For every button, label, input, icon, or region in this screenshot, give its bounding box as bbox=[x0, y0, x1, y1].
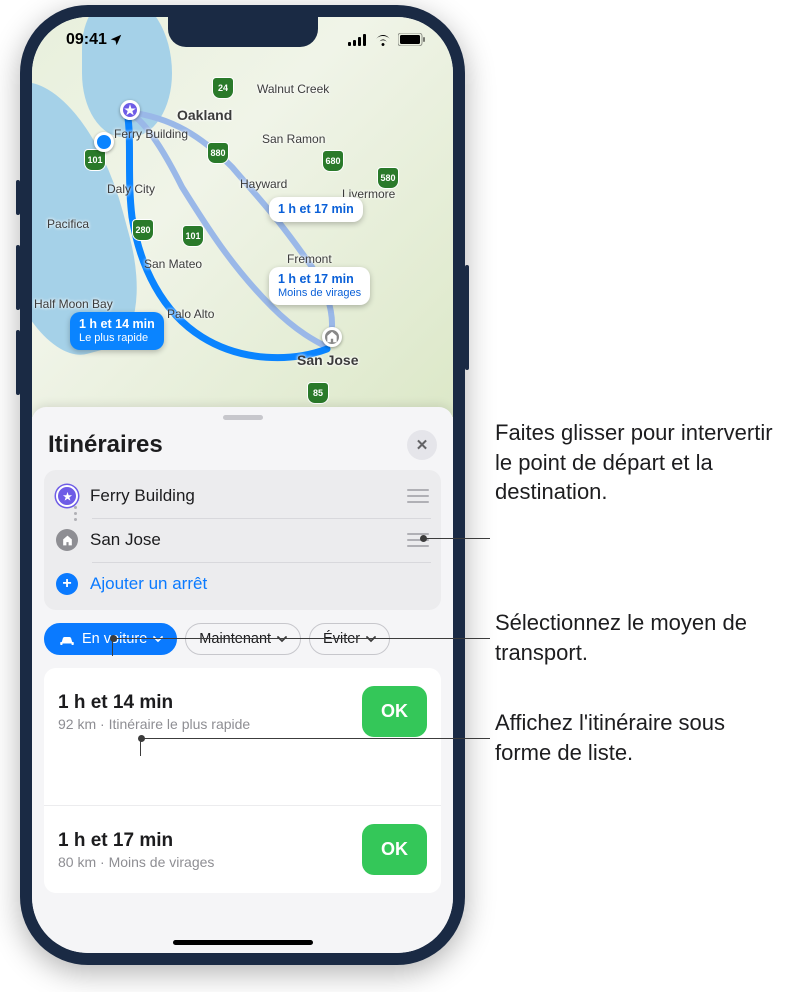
callout-list: Affichez l'itinéraire sous forme de list… bbox=[495, 708, 785, 767]
map-city-label: Half Moon Bay bbox=[34, 297, 113, 311]
favorite-star-icon bbox=[56, 485, 78, 507]
route-time: 1 h et 17 min bbox=[58, 830, 214, 852]
location-arrow-icon bbox=[109, 33, 123, 47]
routes-list: 1 h et 14 min 92 km · Itinéraire le plus… bbox=[44, 668, 441, 893]
route-time: 1 h et 14 min bbox=[58, 692, 250, 714]
callout-line bbox=[112, 638, 490, 639]
chevron-down-icon bbox=[277, 636, 287, 643]
options-row: En voiture Maintenant Éviter bbox=[44, 623, 441, 655]
road-shield-icon: 101 bbox=[84, 149, 106, 171]
route-meta: 80 km · Moins de virages bbox=[58, 854, 214, 870]
home-indicator[interactable] bbox=[173, 940, 313, 945]
sheet-title: Itinéraires bbox=[48, 431, 163, 459]
avoid-label: Éviter bbox=[323, 631, 360, 647]
add-stop-row[interactable]: + Ajouter un arrêt bbox=[54, 562, 431, 606]
start-pin-icon[interactable] bbox=[120, 100, 140, 120]
chevron-down-icon bbox=[366, 636, 376, 643]
map-city-label: Oakland bbox=[177, 107, 232, 123]
go-button-label: OK bbox=[381, 839, 408, 859]
chevron-down-icon bbox=[153, 636, 163, 643]
stop-row-end[interactable]: San Jose bbox=[54, 518, 431, 562]
volume-up-button bbox=[16, 245, 20, 310]
road-shield-icon: 680 bbox=[322, 150, 344, 172]
car-icon bbox=[58, 632, 76, 646]
callout-line bbox=[422, 538, 490, 539]
avoid-button[interactable]: Éviter bbox=[309, 623, 390, 655]
callout-mode: Sélectionnez le moyen de transport. bbox=[495, 608, 785, 667]
stops-card: Ferry Building San Jose + Ajouter un arr… bbox=[44, 470, 441, 610]
side-button bbox=[16, 180, 20, 215]
power-button bbox=[465, 265, 469, 370]
directions-sheet[interactable]: Itinéraires ✕ Ferry Building bbox=[32, 407, 453, 953]
add-stop-label: Ajouter un arrêt bbox=[90, 574, 429, 594]
road-shield-icon: 280 bbox=[132, 219, 154, 241]
road-shield-icon: 101 bbox=[182, 225, 204, 247]
go-button[interactable]: OK bbox=[362, 686, 427, 737]
stop-row-start[interactable]: Ferry Building bbox=[54, 474, 431, 518]
end-stop-label: San Jose bbox=[90, 530, 395, 550]
status-time: 09:41 bbox=[66, 31, 107, 49]
map-city-label: Daly City bbox=[107, 182, 155, 196]
callout-swap: Faites glisser pour intervertir le point… bbox=[495, 418, 785, 507]
road-shield-icon: 85 bbox=[307, 382, 329, 404]
go-button-label: OK bbox=[381, 701, 408, 721]
cellular-icon bbox=[348, 34, 368, 46]
map-city-label: Palo Alto bbox=[167, 307, 214, 321]
start-stop-label: Ferry Building bbox=[90, 486, 395, 506]
map-city-label: San Jose bbox=[297, 352, 358, 368]
battery-icon bbox=[398, 33, 425, 46]
route-row[interactable]: 1 h et 17 min 80 km · Moins de virages O… bbox=[44, 805, 441, 893]
current-location-icon[interactable] bbox=[94, 132, 114, 152]
plus-circle-icon: + bbox=[56, 573, 78, 595]
road-shield-icon: 24 bbox=[212, 77, 234, 99]
notch bbox=[168, 17, 318, 47]
close-icon: ✕ bbox=[416, 436, 429, 454]
destination-pin-icon[interactable] bbox=[322, 327, 342, 347]
map-city-label: Ferry Building bbox=[114, 127, 188, 141]
route-row[interactable]: 1 h et 14 min 92 km · Itinéraire le plus… bbox=[44, 668, 441, 755]
volume-down-button bbox=[16, 330, 20, 395]
when-label: Maintenant bbox=[199, 631, 271, 647]
destination-icon bbox=[56, 529, 78, 551]
when-button[interactable]: Maintenant bbox=[185, 623, 301, 655]
reorder-handle-icon[interactable] bbox=[407, 489, 429, 503]
close-button[interactable]: ✕ bbox=[407, 430, 437, 460]
go-button[interactable]: OK bbox=[362, 824, 427, 875]
sheet-grabber[interactable] bbox=[223, 415, 263, 420]
route-time-badge[interactable]: 1 h et 17 minMoins de virages bbox=[269, 267, 370, 305]
map-city-label: Pacifica bbox=[47, 217, 89, 231]
screen: 09:41 Walnut CreekOaklandFerry bbox=[32, 17, 453, 953]
map-city-label: Hayward bbox=[240, 177, 287, 191]
map-city-label: Fremont bbox=[287, 252, 332, 266]
map-city-label: Walnut Creek bbox=[257, 82, 329, 96]
callout-line bbox=[140, 738, 490, 739]
road-shield-icon: 580 bbox=[377, 167, 399, 189]
wifi-icon bbox=[374, 33, 392, 46]
map-city-label: San Mateo bbox=[144, 257, 202, 271]
route-time-badge[interactable]: 1 h et 14 minLe plus rapide bbox=[70, 312, 164, 350]
map-view[interactable]: Walnut Creek Oakland Ferry Building San Ram… bbox=[32, 17, 453, 417]
map-city-label: San Ramon bbox=[262, 132, 325, 146]
route-time-badge[interactable]: 1 h et 17 min bbox=[269, 197, 363, 222]
road-shield-icon: 880 bbox=[207, 142, 229, 164]
iphone-frame: 09:41 Walnut CreekOaklandFerry bbox=[20, 5, 465, 965]
route-meta: 92 km · Itinéraire le plus rapide bbox=[58, 716, 250, 732]
